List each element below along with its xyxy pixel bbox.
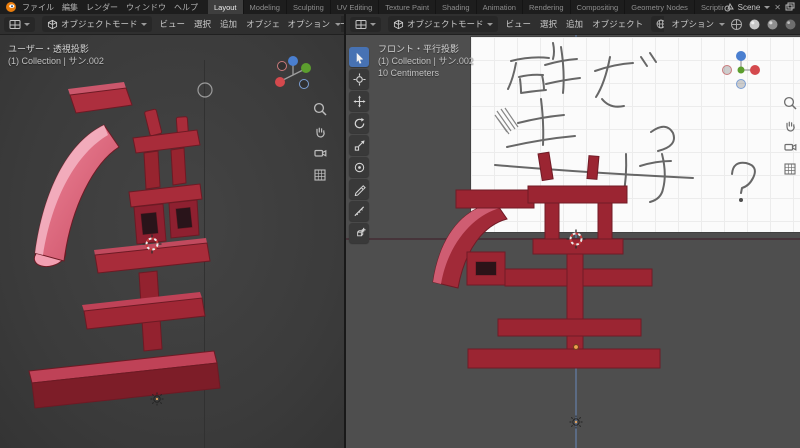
editor-type-button[interactable] — [4, 16, 35, 32]
viewport-divider[interactable] — [344, 14, 346, 448]
render-menu[interactable]: レンダー — [86, 2, 118, 13]
navigation-gizmo[interactable] — [271, 53, 315, 97]
tool-select-box[interactable] — [349, 47, 369, 67]
tab-modeling[interactable]: Modeling — [243, 0, 287, 14]
options-dropdown[interactable]: オプション — [287, 18, 330, 30]
shading-rendered-icon[interactable] — [784, 18, 797, 31]
zoom-icon[interactable] — [782, 95, 798, 111]
camera-view-icon[interactable] — [782, 139, 798, 155]
ortho-toggle-icon[interactable] — [782, 161, 798, 177]
viewport-nav-buttons — [782, 95, 798, 177]
options-dropdown[interactable]: オプション — [671, 18, 714, 30]
view-layer-icon[interactable] — [785, 2, 795, 12]
tool-move[interactable] — [349, 91, 369, 111]
tab-geometry-nodes[interactable]: Geometry Nodes — [625, 0, 695, 14]
options-caret[interactable] — [719, 22, 725, 26]
object-mode-cube-icon — [393, 19, 404, 29]
topbar: ファイル 編集 レンダー ウィンドウ ヘルプ Layout Modeling S… — [0, 0, 800, 14]
tool-shelf — [349, 47, 369, 243]
scene-dropdown-caret[interactable] — [764, 5, 771, 9]
tool-transform[interactable] — [349, 157, 369, 177]
scale-label: 10 Centimeters — [378, 68, 440, 78]
editor-type-button[interactable] — [350, 16, 381, 32]
3d-cursor — [142, 234, 162, 254]
tool-add-cube[interactable] — [349, 223, 369, 243]
viewport-nav-buttons — [312, 101, 328, 183]
empty-object-circle[interactable] — [197, 82, 213, 98]
tab-texture-paint[interactable]: Texture Paint — [379, 0, 437, 14]
viewport-right[interactable]: 壁だっけ？ — [346, 35, 800, 448]
edit-menu[interactable]: 編集 — [62, 2, 78, 13]
tool-scale[interactable] — [349, 135, 369, 155]
mode-dropdown[interactable]: オブジェクトモード — [42, 16, 152, 32]
add-menu[interactable]: 追加 — [219, 16, 238, 32]
viewport-editor-icon — [9, 19, 21, 29]
viewport-editor-icon — [355, 19, 367, 29]
tool-measure[interactable] — [349, 201, 369, 221]
tab-animation[interactable]: Animation — [476, 0, 523, 14]
tab-shading[interactable]: Shading — [436, 0, 477, 14]
point-light-object[interactable] — [568, 414, 584, 430]
view-label: ユーザー・透視投影 — [8, 44, 89, 54]
object-origin-dot — [573, 344, 579, 350]
tool-cursor[interactable] — [349, 69, 369, 89]
3d-cursor — [566, 229, 586, 249]
select-menu[interactable]: 選択 — [539, 16, 558, 32]
shading-solid-icon[interactable] — [748, 18, 761, 31]
viewport-left[interactable]: ユーザー・透視投影 (1) Collection | サン.002 — [0, 35, 344, 448]
camera-view-icon[interactable] — [312, 145, 328, 161]
tool-annotate[interactable] — [349, 179, 369, 199]
object-mode-cube-icon — [47, 19, 58, 29]
shading-wireframe-icon[interactable] — [730, 18, 743, 31]
new-scene-icon[interactable]: ✕ — [774, 3, 781, 12]
mode-label: オブジェクトモード — [61, 19, 138, 29]
point-light-object[interactable] — [149, 391, 165, 407]
blender-logo-icon[interactable] — [5, 1, 17, 13]
tab-uv-editing[interactable]: UV Editing — [330, 0, 380, 14]
pan-hand-icon[interactable] — [312, 123, 328, 139]
mode-label: オブジェクトモード — [407, 19, 484, 29]
pan-hand-icon[interactable] — [782, 117, 798, 133]
add-menu[interactable]: 追加 — [565, 16, 584, 32]
left-header-options: オプション — [280, 14, 341, 34]
tab-layout[interactable]: Layout — [208, 0, 244, 14]
window-menu[interactable]: ウィンドウ — [126, 2, 166, 13]
left-viewport-header: オブジェクトモード ビュー 選択 追加 オブジェクト グローバル オプション — [0, 14, 344, 35]
right-header-options: オプション — [664, 14, 797, 34]
view-label: フロント・平行投影 — [378, 44, 460, 54]
navigation-gizmo[interactable] — [719, 48, 763, 92]
shading-material-icon[interactable] — [766, 18, 779, 31]
viewport-info: ユーザー・透視投影 (1) Collection | サン.002 — [8, 43, 104, 67]
select-menu[interactable]: 選択 — [193, 16, 212, 32]
view-menu[interactable]: ビュー — [159, 16, 187, 32]
ortho-toggle-icon[interactable] — [312, 167, 328, 183]
tab-rendering[interactable]: Rendering — [522, 0, 571, 14]
scene-selector: Scene ✕ — [724, 2, 795, 12]
right-viewport-header: オブジェクトモード ビュー 選択 追加 オブジェクト グローバル オプション — [346, 14, 800, 35]
zoom-icon[interactable] — [312, 101, 328, 117]
view-menu[interactable]: ビュー — [505, 16, 533, 32]
tab-scripting[interactable]: Scripting — [694, 0, 724, 14]
object-menu[interactable]: オブジェクト — [591, 16, 644, 32]
tab-sculpting[interactable]: Sculpting — [286, 0, 331, 14]
collection-label: (1) Collection | サン.002 — [8, 56, 104, 66]
tab-compositing[interactable]: Compositing — [570, 0, 626, 14]
collection-label: (1) Collection | サン.002 — [378, 56, 474, 66]
tool-rotate[interactable] — [349, 113, 369, 133]
file-menu[interactable]: ファイル — [22, 2, 54, 13]
mode-dropdown[interactable]: オブジェクトモード — [388, 16, 498, 32]
workspace-tabs: Layout Modeling Sculpting UV Editing Tex… — [208, 0, 724, 14]
help-menu[interactable]: ヘルプ — [174, 2, 198, 13]
scene-name[interactable]: Scene — [738, 3, 761, 12]
viewport-info: フロント・平行投影 (1) Collection | サン.002 10 Cen… — [378, 43, 474, 79]
scene-icon — [724, 2, 734, 12]
app-menus: ファイル 編集 レンダー ウィンドウ ヘルプ — [22, 2, 198, 13]
options-caret[interactable] — [335, 22, 341, 26]
